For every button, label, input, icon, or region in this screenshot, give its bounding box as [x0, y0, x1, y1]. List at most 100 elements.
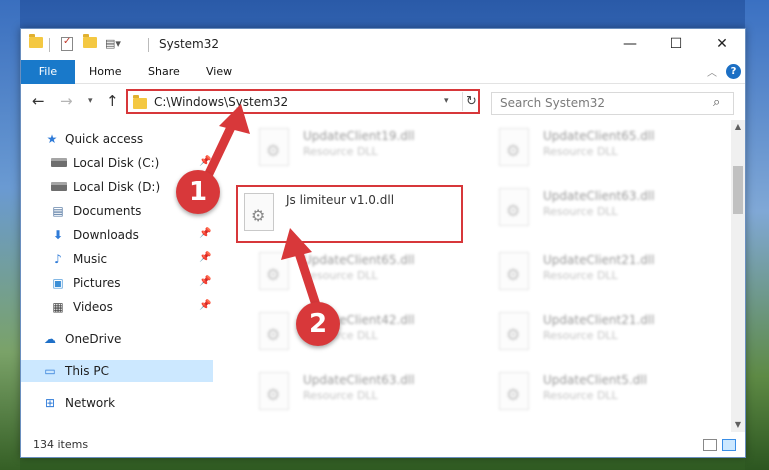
vertical-scrollbar[interactable]: ▲ ▼	[731, 120, 745, 432]
search-input[interactable]: Search System32	[500, 96, 605, 110]
file-name: UpdateClient65.dll	[543, 129, 655, 143]
sidebar-item-label: Music	[73, 252, 108, 266]
computer-icon: ▭	[44, 364, 56, 378]
sidebar-item-label: Pictures	[73, 276, 121, 290]
quick-access-folder-icon[interactable]	[29, 34, 43, 53]
dll-file-icon	[259, 372, 289, 410]
recent-locations-button[interactable]: ▾	[88, 96, 93, 106]
window-title: System32	[159, 37, 220, 51]
search-icon[interactable]: ⌕	[713, 95, 720, 110]
sidebar-item-onedrive[interactable]: ☁ OneDrive	[21, 328, 213, 350]
dll-file-icon	[499, 188, 529, 226]
tab-home[interactable]: Home	[89, 60, 121, 84]
new-folder-icon[interactable]	[83, 34, 97, 53]
file-item[interactable]: UpdateClient65.dll Resource DLL	[259, 250, 459, 294]
file-name: UpdateClient65.dll	[303, 253, 415, 267]
step-2-badge: 2	[296, 302, 340, 346]
dll-file-icon	[499, 372, 529, 410]
file-type: Resource DLL	[543, 205, 618, 218]
highlighted-file-box: Js limiteur v1.0.dll	[236, 185, 463, 243]
sidebar-item-label: Documents	[73, 204, 142, 218]
file-type: Resource DLL	[303, 145, 378, 158]
help-icon[interactable]: ?	[726, 64, 741, 79]
address-bar[interactable]: C:\Windows\System32 ▾ ↻	[126, 89, 480, 114]
sidebar-item-pictures[interactable]: ▣ Pictures 📌	[21, 272, 213, 294]
sidebar-item-label: This PC	[65, 364, 109, 378]
title-bar: ▤▾ System32 — ☐ ✕	[21, 29, 745, 60]
file-explorer-window: ▤▾ System32 — ☐ ✕ File Home Share View ︿…	[20, 28, 746, 458]
file-item[interactable]: UpdateClient19.dll Resource DLL	[259, 126, 459, 170]
file-type: Resource DLL	[543, 145, 618, 158]
address-folder-icon	[133, 95, 147, 109]
dll-file-icon	[259, 252, 289, 290]
music-icon: ♪	[54, 252, 62, 266]
tab-view[interactable]: View	[206, 60, 232, 84]
scroll-down-icon[interactable]: ▼	[731, 418, 745, 432]
pin-icon: 📌	[199, 252, 212, 263]
close-button[interactable]: ✕	[699, 29, 745, 60]
pin-icon: 📌	[199, 228, 212, 239]
sidebar-item-label: Videos	[73, 300, 113, 314]
title-separator-2	[148, 38, 149, 52]
back-button[interactable]: ←	[32, 93, 45, 109]
documents-icon: ▤	[52, 204, 64, 218]
address-path[interactable]: C:\Windows\System32	[154, 95, 288, 109]
file-item[interactable]: UpdateClient21.dll Resource DLL	[499, 250, 699, 294]
sidebar-item-local-disk-c[interactable]: Local Disk (C:) 📌	[21, 152, 213, 174]
forward-button[interactable]: →	[60, 93, 73, 109]
file-name: UpdateClient21.dll	[543, 313, 655, 327]
details-view-icon[interactable]	[703, 439, 717, 451]
tab-file[interactable]: File	[21, 60, 75, 84]
sidebar-item-this-pc[interactable]: ▭ This PC	[21, 360, 213, 382]
videos-icon: ▦	[52, 300, 64, 314]
sidebar-item-music[interactable]: ♪ Music 📌	[21, 248, 213, 270]
sidebar-item-label: Quick access	[65, 132, 144, 146]
dll-file-icon	[259, 312, 289, 350]
file-item[interactable]: UpdateClient63.dll Resource DLL	[259, 370, 459, 414]
search-box[interactable]: Search System32 ⌕	[491, 92, 734, 115]
file-item[interactable]: UpdateClient21.dll Resource DLL	[499, 310, 699, 354]
ribbon-tabs: File Home Share View ︿ ?	[21, 60, 745, 84]
sidebar-item-label: OneDrive	[65, 332, 122, 346]
large-icons-view-icon[interactable]	[722, 439, 736, 451]
sidebar-item-videos[interactable]: ▦ Videos 📌	[21, 296, 213, 318]
file-name: UpdateClient19.dll	[303, 129, 415, 143]
dll-file-item-selected[interactable]: Js limiteur v1.0.dll	[244, 191, 444, 235]
sidebar-item-label: Local Disk (D:)	[73, 180, 161, 194]
download-icon: ⬇	[52, 228, 64, 242]
pictures-icon: ▣	[52, 276, 64, 290]
properties-icon[interactable]	[61, 36, 73, 53]
status-bar: 134 items	[21, 432, 745, 457]
file-item[interactable]: UpdateClient42.dll Resource DLL	[259, 310, 459, 354]
scroll-thumb[interactable]	[733, 166, 743, 214]
file-item[interactable]: UpdateClient63.dll Resource DLL	[499, 186, 699, 230]
sidebar-item-downloads[interactable]: ⬇ Downloads 📌	[21, 224, 213, 246]
file-item[interactable]: UpdateClient5.dll Resource DLL	[499, 370, 699, 414]
item-count: 134 items	[33, 438, 89, 451]
up-button[interactable]: ↑	[106, 93, 119, 109]
scroll-up-icon[interactable]: ▲	[731, 120, 745, 134]
file-type: Resource DLL	[303, 269, 378, 282]
dll-file-icon	[499, 252, 529, 290]
sidebar-item-label: Local Disk (C:)	[73, 156, 160, 170]
pin-icon: 📌	[199, 276, 212, 287]
customize-toolbar-icon[interactable]: ▤▾	[105, 37, 121, 53]
file-type: Resource DLL	[303, 389, 378, 402]
minimize-button[interactable]: —	[607, 29, 653, 60]
file-name: UpdateClient21.dll	[543, 253, 655, 267]
address-history-dropdown[interactable]: ▾	[444, 96, 449, 106]
file-item[interactable]: UpdateClient65.dll Resource DLL	[499, 126, 699, 170]
refresh-button[interactable]: ↻	[462, 92, 480, 111]
maximize-button[interactable]: ☐	[653, 29, 699, 60]
star-icon: ★	[46, 132, 58, 146]
sidebar-item-quick-access[interactable]: ★ Quick access	[21, 128, 213, 150]
navigation-bar: ← → ▾ ↑ C:\Windows\System32 ▾ ↻ Search S…	[21, 84, 745, 120]
cloud-icon: ☁	[44, 332, 56, 346]
file-type: Resource DLL	[543, 269, 618, 282]
tab-share[interactable]: Share	[148, 60, 180, 84]
file-name: UpdateClient63.dll	[543, 189, 655, 203]
file-name: UpdateClient63.dll	[303, 373, 415, 387]
expand-ribbon-icon[interactable]: ︿	[707, 64, 717, 79]
sidebar-item-network[interactable]: ⊞ Network	[21, 392, 213, 414]
dll-file-icon	[499, 128, 529, 166]
